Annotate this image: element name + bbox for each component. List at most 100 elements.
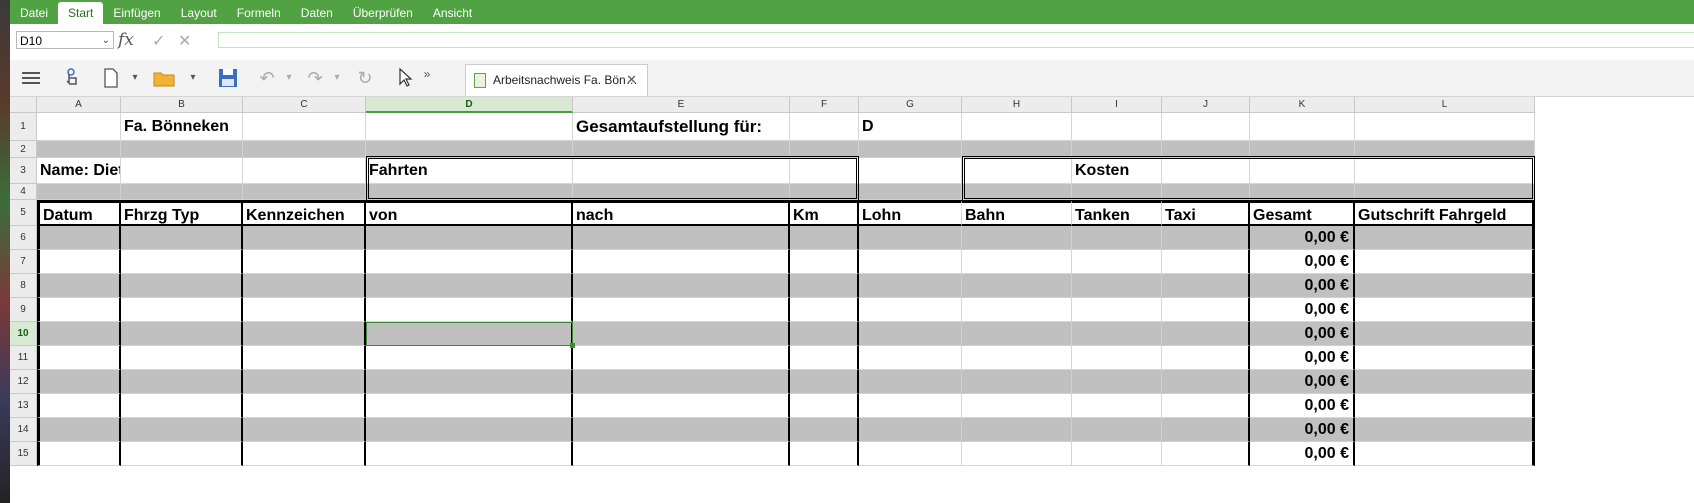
- grid-cell[interactable]: [366, 442, 573, 466]
- function-icon[interactable]: fx: [118, 30, 134, 50]
- open-folder-icon[interactable]: [152, 66, 178, 90]
- grid-cell[interactable]: [37, 274, 121, 298]
- grid-cell[interactable]: [1162, 442, 1250, 466]
- grid-cell[interactable]: [1072, 370, 1162, 394]
- column-title-cell[interactable]: Km: [790, 200, 859, 226]
- cell-a3[interactable]: Name: Dieter Ritter: [37, 158, 121, 184]
- grid-cell[interactable]: [962, 274, 1072, 298]
- total-amount-cell[interactable]: 0,00 €: [1250, 442, 1355, 466]
- grid-cell[interactable]: [790, 158, 859, 184]
- total-amount-cell[interactable]: 0,00 €: [1250, 418, 1355, 442]
- grid-cell[interactable]: [1162, 418, 1250, 442]
- column-title-cell[interactable]: Kennzeichen: [243, 200, 366, 226]
- menu-ansicht[interactable]: Ansicht: [423, 0, 482, 24]
- column-title-cell[interactable]: Datum: [37, 200, 121, 226]
- grid-cell[interactable]: [790, 250, 859, 274]
- grid-cell[interactable]: [1072, 394, 1162, 418]
- grid-cell[interactable]: [1162, 113, 1250, 141]
- grid-cell[interactable]: [962, 141, 1072, 158]
- grid-cell[interactable]: [1250, 158, 1355, 184]
- repeat-icon[interactable]: ↻: [354, 66, 376, 90]
- grid-cell[interactable]: [366, 298, 573, 322]
- row-header-8[interactable]: 8: [10, 274, 37, 298]
- grid-cell[interactable]: [859, 442, 962, 466]
- chevron-down-icon[interactable]: ⌄: [102, 32, 110, 50]
- grid-cell[interactable]: [1355, 158, 1535, 184]
- grid-cell[interactable]: [366, 418, 573, 442]
- grid-cell[interactable]: [1072, 298, 1162, 322]
- grid-cell[interactable]: [790, 370, 859, 394]
- row-header-12[interactable]: 12: [10, 370, 37, 394]
- grid-cell[interactable]: [1162, 184, 1250, 200]
- grid-cell[interactable]: [366, 184, 573, 200]
- new-document-icon[interactable]: [100, 66, 122, 90]
- grid-cell[interactable]: [243, 322, 366, 346]
- grid-cell[interactable]: [1162, 158, 1250, 184]
- column-header-d[interactable]: D: [366, 97, 573, 113]
- open-dropdown-icon[interactable]: ▾: [186, 66, 200, 90]
- grid-cell[interactable]: [37, 442, 121, 466]
- grid-cell[interactable]: [243, 184, 366, 200]
- menu-einfuegen[interactable]: Einfügen: [103, 0, 170, 24]
- grid-cell[interactable]: [37, 418, 121, 442]
- grid-cell[interactable]: [859, 370, 962, 394]
- grid-cell[interactable]: [121, 370, 243, 394]
- row-header-15[interactable]: 15: [10, 442, 37, 466]
- column-title-cell[interactable]: Tanken: [1072, 200, 1162, 226]
- column-header-f[interactable]: F: [790, 97, 859, 113]
- grid-cell[interactable]: [243, 113, 366, 141]
- grid-cell[interactable]: [1355, 298, 1535, 322]
- grid-cell[interactable]: [859, 322, 962, 346]
- grid-cell[interactable]: [121, 418, 243, 442]
- row-header-13[interactable]: 13: [10, 394, 37, 418]
- grid-cell[interactable]: [962, 226, 1072, 250]
- grid-cell[interactable]: [573, 274, 790, 298]
- column-header-j[interactable]: J: [1162, 97, 1250, 113]
- grid-cell[interactable]: [37, 394, 121, 418]
- grid-cell[interactable]: [573, 184, 790, 200]
- grid-cell[interactable]: [573, 370, 790, 394]
- grid-cell[interactable]: [37, 322, 121, 346]
- grid-cell[interactable]: [1162, 394, 1250, 418]
- cell-d3[interactable]: Fahrten: [366, 158, 573, 184]
- grid-cell[interactable]: [1355, 442, 1535, 466]
- grid-cell[interactable]: [573, 394, 790, 418]
- total-amount-cell[interactable]: 0,00 €: [1250, 226, 1355, 250]
- grid-cell[interactable]: [243, 370, 366, 394]
- grid-cell[interactable]: [243, 418, 366, 442]
- grid-cell[interactable]: [121, 442, 243, 466]
- grid-cell[interactable]: [243, 298, 366, 322]
- grid-cell[interactable]: [1355, 250, 1535, 274]
- touch-mode-icon[interactable]: [60, 66, 82, 90]
- grid-cell[interactable]: [790, 346, 859, 370]
- grid-cell[interactable]: [1355, 141, 1535, 158]
- menu-layout[interactable]: Layout: [171, 0, 227, 24]
- grid-cell[interactable]: [790, 418, 859, 442]
- grid-cell[interactable]: [1355, 274, 1535, 298]
- grid-cell[interactable]: [37, 298, 121, 322]
- grid-cell[interactable]: [243, 394, 366, 418]
- grid-cell[interactable]: [573, 141, 790, 158]
- grid-cell[interactable]: [243, 274, 366, 298]
- grid-cell[interactable]: [573, 226, 790, 250]
- cell-g1[interactable]: D: [859, 113, 962, 141]
- grid-cell[interactable]: [37, 113, 121, 141]
- grid-cell[interactable]: [1355, 113, 1535, 141]
- row-header-10[interactable]: 10: [10, 322, 37, 346]
- menu-daten[interactable]: Daten: [291, 0, 343, 24]
- redo-icon[interactable]: ↷: [304, 66, 326, 90]
- row-header-7[interactable]: 7: [10, 250, 37, 274]
- column-header-i[interactable]: I: [1072, 97, 1162, 113]
- grid-cell[interactable]: [573, 298, 790, 322]
- total-amount-cell[interactable]: 0,00 €: [1250, 370, 1355, 394]
- grid-cell[interactable]: [366, 274, 573, 298]
- grid-cell[interactable]: [859, 250, 962, 274]
- grid-cell[interactable]: [1072, 226, 1162, 250]
- cell-i3[interactable]: Kosten: [1072, 158, 1162, 184]
- grid-cell[interactable]: [859, 226, 962, 250]
- grid-cell[interactable]: [573, 442, 790, 466]
- grid-cell[interactable]: [573, 346, 790, 370]
- grid-cell[interactable]: [1250, 184, 1355, 200]
- grid-cell[interactable]: [1162, 298, 1250, 322]
- column-title-cell[interactable]: Fhrzg Typ: [121, 200, 243, 226]
